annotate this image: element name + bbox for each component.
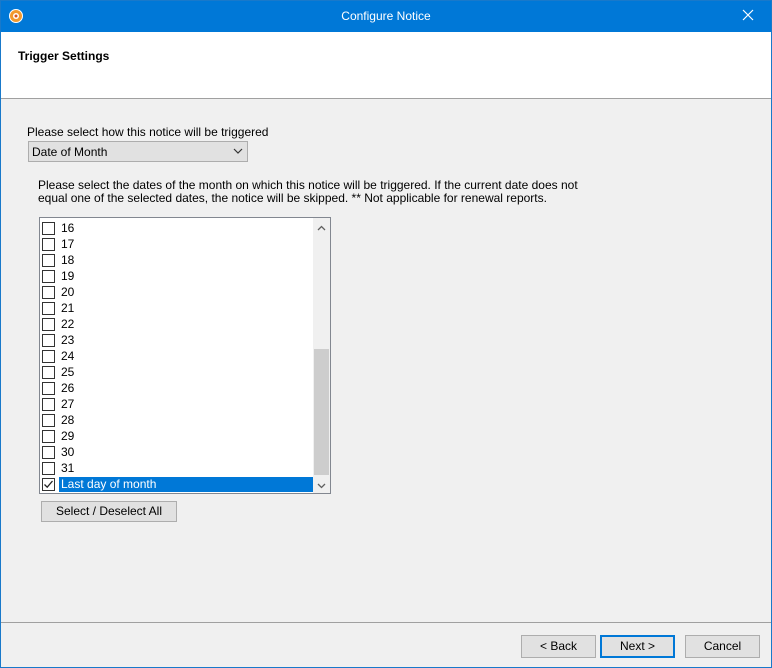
date-item-label: 20: [61, 284, 75, 299]
dates-checklist-items: 16 17 18 19 20 21 22 23 24 25 26 27 28 29 30 31 Last day…: [40, 220, 313, 492]
trigger-label: Please select how this notice will be tr…: [27, 125, 269, 139]
date-item-label: 28: [61, 412, 75, 427]
scroll-down-button[interactable]: [313, 476, 330, 493]
close-button[interactable]: [725, 1, 771, 32]
chevron-up-icon: [317, 220, 326, 234]
date-checkbox[interactable]: [42, 381, 55, 395]
chevron-down-icon: [317, 478, 326, 492]
checkmark-icon: [44, 480, 53, 488]
date-list-item[interactable]: 18: [40, 252, 313, 268]
footer-divider: [1, 622, 771, 623]
date-list-item[interactable]: 16: [40, 220, 313, 236]
date-checkbox[interactable]: [42, 301, 55, 315]
configure-notice-window: Configure Notice Trigger Settings Please…: [0, 0, 772, 668]
next-button[interactable]: Next >: [600, 635, 675, 658]
scroll-up-button[interactable]: [313, 218, 330, 235]
date-item-label: 21: [61, 300, 75, 315]
date-checkbox[interactable]: [42, 253, 55, 267]
dates-description: Please select the dates of the month on …: [38, 179, 578, 205]
date-list-item[interactable]: 25: [40, 364, 313, 380]
date-checkbox[interactable]: [42, 413, 55, 427]
date-list-item[interactable]: 31: [40, 460, 313, 476]
date-item-label: 22: [61, 316, 75, 331]
date-list-item[interactable]: 17: [40, 236, 313, 252]
date-list-item[interactable]: 21: [40, 300, 313, 316]
trigger-dropdown-value: Date of Month: [32, 145, 108, 159]
date-item-label: 30: [61, 444, 75, 459]
date-list-item[interactable]: 20: [40, 284, 313, 300]
date-item-label: 25: [61, 364, 75, 379]
title-bar: Configure Notice: [1, 1, 771, 32]
date-item-label: Last day of month: [59, 476, 313, 492]
date-checkbox[interactable]: [42, 461, 55, 475]
header-panel: Trigger Settings: [1, 32, 771, 99]
date-checkbox[interactable]: [42, 317, 55, 331]
vertical-scrollbar[interactable]: [313, 218, 330, 493]
trigger-dropdown[interactable]: Date of Month: [28, 141, 248, 162]
date-item-label: 18: [61, 252, 75, 267]
date-item-label: 19: [61, 268, 75, 283]
date-list-item[interactable]: 19: [40, 268, 313, 284]
date-item-label: 27: [61, 396, 75, 411]
date-checkbox[interactable]: [42, 477, 55, 491]
date-list-item[interactable]: 29: [40, 428, 313, 444]
date-checkbox[interactable]: [42, 285, 55, 299]
close-icon: [742, 9, 754, 24]
date-list-item[interactable]: 22: [40, 316, 313, 332]
date-checkbox[interactable]: [42, 365, 55, 379]
date-item-label: 23: [61, 332, 75, 347]
date-list-item[interactable]: 28: [40, 412, 313, 428]
date-item-label: 31: [61, 460, 75, 475]
date-item-label: 16: [61, 220, 75, 235]
back-button[interactable]: < Back: [521, 635, 596, 658]
date-list-item[interactable]: 24: [40, 348, 313, 364]
date-list-item[interactable]: 26: [40, 380, 313, 396]
date-list-item[interactable]: 23: [40, 332, 313, 348]
date-item-label: 29: [61, 428, 75, 443]
date-list-item[interactable]: 27: [40, 396, 313, 412]
date-checkbox[interactable]: [42, 429, 55, 443]
date-item-label: 26: [61, 380, 75, 395]
date-list-item[interactable]: 30: [40, 444, 313, 460]
chevron-down-icon: [233, 145, 243, 159]
date-checkbox[interactable]: [42, 445, 55, 459]
cancel-button[interactable]: Cancel: [685, 635, 760, 658]
date-checkbox[interactable]: [42, 237, 55, 251]
date-checkbox[interactable]: [42, 221, 55, 235]
date-item-label: 24: [61, 348, 75, 363]
date-list-item[interactable]: Last day of month: [40, 476, 313, 492]
date-checkbox[interactable]: [42, 397, 55, 411]
description-line-2: equal one of the selected dates, the not…: [38, 191, 547, 205]
dates-checklist[interactable]: 16 17 18 19 20 21 22 23 24 25 26 27 28 29 30 31 Last day…: [39, 217, 331, 494]
date-checkbox[interactable]: [42, 333, 55, 347]
scrollbar-thumb[interactable]: [314, 349, 329, 475]
page-title: Trigger Settings: [18, 49, 110, 63]
date-checkbox[interactable]: [42, 269, 55, 283]
select-deselect-all-button[interactable]: Select / Deselect All: [41, 501, 177, 522]
window-title: Configure Notice: [341, 9, 431, 23]
date-item-label: 17: [61, 236, 75, 251]
date-checkbox[interactable]: [42, 349, 55, 363]
